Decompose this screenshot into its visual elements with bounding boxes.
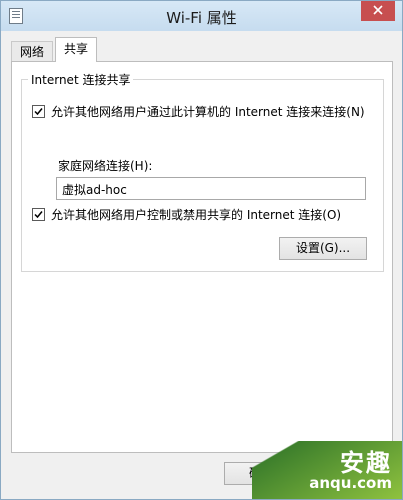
allow-control-label: 允许其他网络用户控制或禁用共享的 Internet 连接(O) [51, 208, 342, 222]
checkmark-icon [34, 108, 43, 116]
tab-strip: 网络 共享 [11, 37, 393, 62]
allow-control-checkbox[interactable] [32, 208, 45, 221]
tab-network[interactable]: 网络 [11, 41, 54, 62]
watermark-url: anqu.com [309, 474, 392, 492]
ics-groupbox: Internet 连接共享 允许其他网络用户通过此计算机的 Internet 连… [21, 71, 384, 272]
properties-dialog: Wi-Fi 属性 网络 共享 Internet 连接共享 允许其他网络用户通过此… [0, 0, 403, 500]
tab-sharing[interactable]: 共享 [55, 37, 98, 62]
settings-button[interactable]: 设置(G)... [279, 237, 367, 260]
watermark-logo-text: 安趣 [340, 449, 392, 477]
allow-share-label: 允许其他网络用户通过此计算机的 Internet 连接来连接(N) [51, 105, 365, 119]
sharing-panel: Internet 连接共享 允许其他网络用户通过此计算机的 Internet 连… [11, 61, 393, 453]
close-icon [373, 4, 383, 18]
allow-share-checkbox-row[interactable]: 允许其他网络用户通过此计算机的 Internet 连接来连接(N) [32, 103, 365, 120]
allow-share-checkbox[interactable] [32, 105, 45, 118]
site-watermark: 安趣 anqu.com [252, 441, 402, 499]
checkmark-icon [34, 211, 43, 219]
home-network-field[interactable]: 虚拟ad-hoc [56, 177, 366, 200]
group-title: Internet 连接共享 [28, 71, 134, 88]
window-title: Wi-Fi 属性 [166, 9, 237, 27]
home-network-label: 家庭网络连接(H): [58, 159, 153, 173]
close-button[interactable] [361, 1, 395, 21]
allow-control-checkbox-row[interactable]: 允许其他网络用户控制或禁用共享的 Internet 连接(O) [32, 206, 341, 223]
title-bar[interactable]: Wi-Fi 属性 [1, 1, 402, 31]
